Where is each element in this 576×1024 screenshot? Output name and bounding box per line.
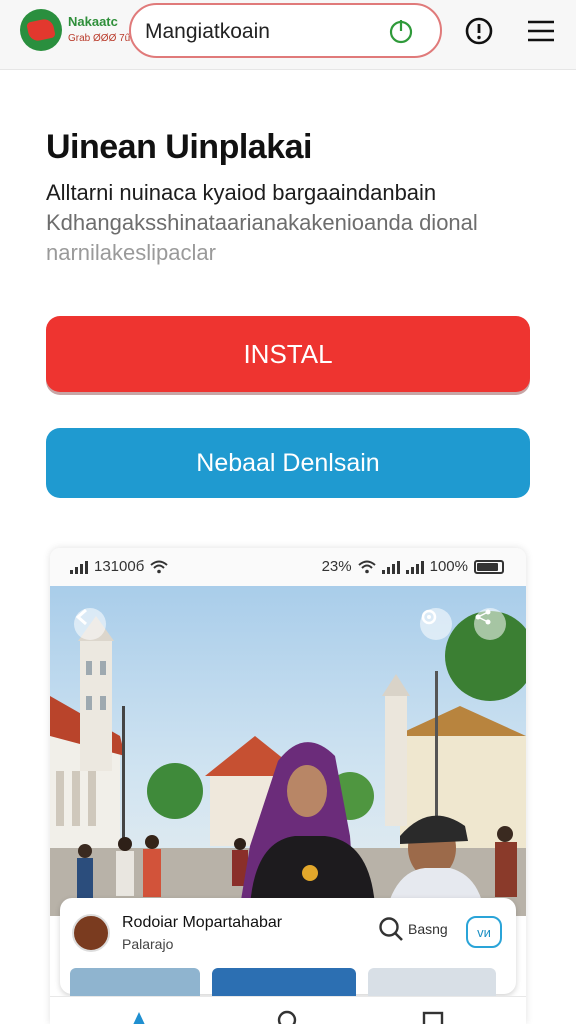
home-icon[interactable] (128, 1009, 150, 1024)
thumbnail-strip (70, 968, 510, 998)
card-action-button[interactable]: ᴠᴎ (466, 916, 502, 948)
description-line-2: Kdhangaksshinataarianakakenioanda dional (46, 210, 478, 235)
app-screenshot-preview[interactable]: 13100б 23% 100% Rodoiar Mopartahabar Pal… (50, 548, 526, 1024)
settings-icon[interactable] (420, 608, 452, 640)
bottom-nav (50, 996, 526, 1024)
search-input[interactable]: Mangiatkoain (145, 20, 270, 44)
search-icon[interactable] (276, 1009, 298, 1024)
status-bar: 13100б 23% 100% (50, 548, 526, 586)
install-button[interactable]: INSTAL (46, 316, 530, 392)
info-icon[interactable] (464, 16, 494, 46)
card-title: Rodoiar Mopartahabar (122, 914, 283, 931)
card-search[interactable]: Basng (378, 916, 448, 942)
status-percent: 23% (321, 558, 352, 575)
wifi-icon (357, 560, 376, 573)
brand-subtitle: Grab ØØØ 7ű (68, 33, 131, 44)
brand: Nakaatc Grab ØØØ 7ű (68, 14, 132, 44)
power-refresh-icon[interactable] (388, 18, 414, 44)
search-icon[interactable] (378, 916, 404, 942)
card-subtitle: Palarajo (122, 936, 174, 952)
description-line-1: Alltarni nuinaca kyaiod bargaaindanbain (46, 180, 437, 205)
street-scene-photo (50, 586, 526, 916)
thumbnail[interactable] (212, 968, 356, 998)
search-bar[interactable]: Mangiatkoain (129, 3, 442, 58)
signal-icon (405, 560, 424, 574)
signal-icon (381, 560, 400, 574)
avatar (72, 914, 110, 952)
description-line-3: narnilakeslipaclar (46, 240, 216, 265)
open-button[interactable]: Nebaal Denlsain (46, 428, 530, 498)
battery-percent: 100% (429, 558, 468, 575)
thumbnail[interactable] (368, 968, 496, 998)
status-time: 13100б (94, 558, 145, 575)
app-title: Uinean Uinplakai (46, 128, 312, 166)
wifi-icon (150, 560, 168, 573)
top-bar: Nakaatc Grab ØØØ 7ű Mangiatkoain (0, 0, 576, 70)
signal-icon (70, 560, 88, 574)
app-logo[interactable] (20, 9, 62, 51)
back-arrow-icon[interactable] (74, 608, 106, 640)
inbox-icon[interactable] (422, 1009, 444, 1024)
card-search-label: Basng (408, 921, 448, 937)
battery-icon (474, 559, 504, 574)
menu-icon[interactable] (526, 16, 556, 46)
thumbnail[interactable] (70, 968, 200, 998)
share-icon[interactable] (474, 608, 506, 640)
brand-name: Nakaatc (68, 14, 118, 29)
